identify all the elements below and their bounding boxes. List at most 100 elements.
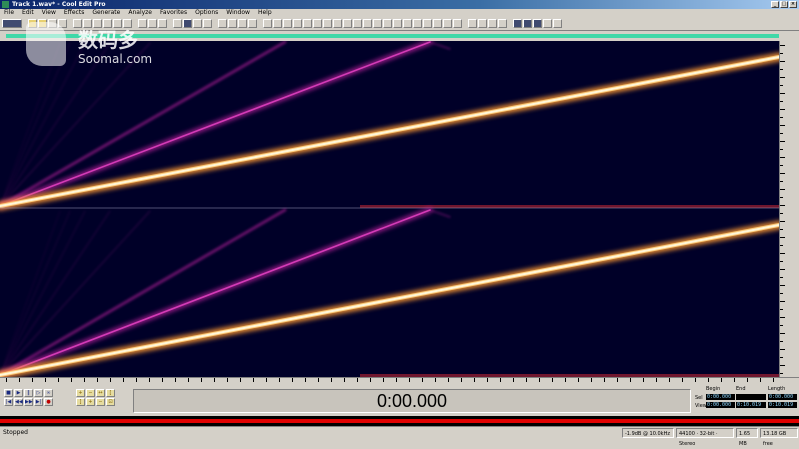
waveform-view-icon[interactable] bbox=[173, 19, 182, 28]
window-controls: _ □ × bbox=[771, 1, 797, 8]
timeline-tick bbox=[487, 378, 488, 382]
menu-edit[interactable]: Edit bbox=[22, 9, 34, 17]
status-file-size: 1.65 MB bbox=[736, 428, 758, 447]
rewind-button[interactable]: ◀◀ bbox=[14, 398, 23, 406]
fast-forward-button[interactable]: ▶▶ bbox=[24, 398, 33, 406]
spectral-view-icon[interactable] bbox=[183, 19, 192, 28]
ruler-tick bbox=[780, 141, 785, 142]
ruler-tick bbox=[780, 77, 785, 78]
play-button[interactable]: ▶ bbox=[14, 389, 23, 397]
reverb-icon[interactable] bbox=[413, 19, 422, 28]
timeline-tick bbox=[513, 378, 514, 382]
view-begin-field[interactable]: 0:00.000 bbox=[706, 402, 735, 408]
go-to-start-button[interactable]: |◀ bbox=[4, 398, 13, 406]
cue-list-icon[interactable] bbox=[263, 19, 272, 28]
view-mode-c-icon[interactable] bbox=[533, 19, 542, 28]
amplify-icon[interactable] bbox=[363, 19, 372, 28]
zoom-out-horizontal-icon[interactable]: − bbox=[86, 389, 95, 397]
menu-window[interactable]: Window bbox=[226, 9, 250, 17]
zoom-in-horizontal-icon[interactable]: + bbox=[76, 389, 85, 397]
ruler-tick bbox=[780, 61, 785, 62]
statistics-icon[interactable] bbox=[303, 19, 312, 28]
cd-icon[interactable] bbox=[323, 19, 332, 28]
timeline-tick bbox=[97, 378, 98, 382]
stretch-icon[interactable] bbox=[423, 19, 432, 28]
scripts-icon[interactable] bbox=[313, 19, 322, 28]
pause-button[interactable]: ‖ bbox=[24, 389, 33, 397]
help-icon[interactable] bbox=[553, 19, 562, 28]
loop-button[interactable]: ∞ bbox=[44, 389, 53, 397]
harmonic-faint-trace bbox=[0, 210, 61, 376]
normalize-icon[interactable] bbox=[373, 19, 382, 28]
zoom-in-right-icon[interactable]: ] bbox=[76, 398, 85, 406]
pitch-icon[interactable] bbox=[433, 19, 442, 28]
timeline-tick bbox=[266, 378, 267, 382]
snap-zero-icon[interactable] bbox=[238, 19, 247, 28]
reverse-icon[interactable] bbox=[393, 19, 402, 28]
menu-view[interactable]: View bbox=[42, 9, 56, 17]
timeline-tick bbox=[383, 378, 384, 382]
timeline-tick bbox=[6, 378, 7, 382]
stop-button[interactable]: ■ bbox=[4, 389, 13, 397]
sel-length-field[interactable]: 0:00.000 bbox=[768, 394, 797, 400]
snap-frame-icon[interactable] bbox=[248, 19, 257, 28]
low-frequency-noise bbox=[360, 205, 779, 208]
ruler-tick bbox=[780, 213, 783, 214]
ruler-tick bbox=[780, 237, 785, 238]
record-button[interactable]: ● bbox=[44, 398, 53, 406]
view-end-field[interactable]: 0:10.019 bbox=[736, 402, 766, 408]
timeline-tick bbox=[370, 378, 371, 382]
snap-cue-icon[interactable] bbox=[228, 19, 237, 28]
menu-favorites[interactable]: Favorites bbox=[160, 9, 187, 17]
echo-icon[interactable] bbox=[403, 19, 412, 28]
frequency-analysis-icon[interactable] bbox=[293, 19, 302, 28]
delay-icon[interactable] bbox=[453, 19, 462, 28]
dtmf-icon[interactable] bbox=[498, 19, 507, 28]
menu-help[interactable]: Help bbox=[258, 9, 272, 17]
harmonic-2-fold bbox=[429, 209, 451, 218]
timeline-tick bbox=[305, 378, 306, 382]
time-ruler[interactable] bbox=[0, 377, 799, 385]
click-eliminator-icon[interactable] bbox=[353, 19, 362, 28]
menu-file[interactable]: File bbox=[4, 9, 14, 17]
zoom-out-vertical-icon[interactable]: − bbox=[96, 398, 105, 406]
info-icon[interactable] bbox=[283, 19, 292, 28]
brainwave-icon[interactable] bbox=[468, 19, 477, 28]
noise-reduction-icon[interactable] bbox=[343, 19, 352, 28]
timeline-tick bbox=[578, 378, 579, 382]
menu-analyze[interactable]: Analyze bbox=[128, 9, 152, 17]
spectral-pan-icon[interactable] bbox=[193, 19, 202, 28]
zoom-buttons: + − ↔ [ ] + − ⊡ bbox=[76, 389, 115, 406]
close-button[interactable]: × bbox=[789, 1, 797, 8]
settings-icon[interactable] bbox=[543, 19, 552, 28]
view-mode-b-icon[interactable] bbox=[523, 19, 532, 28]
spectral-phase-icon[interactable] bbox=[203, 19, 212, 28]
zoom-in-left-icon[interactable]: [ bbox=[106, 389, 115, 397]
play-from-cursor-button[interactable]: ▷ bbox=[34, 389, 43, 397]
view-mode-a-icon[interactable] bbox=[513, 19, 522, 28]
multitrack-toggle-button[interactable] bbox=[2, 19, 22, 28]
sel-begin-field[interactable]: 0:00.000 bbox=[706, 394, 735, 400]
menu-effects[interactable]: Effects bbox=[64, 9, 84, 17]
envelope-icon[interactable] bbox=[383, 19, 392, 28]
go-to-end-button[interactable]: ▶| bbox=[34, 398, 43, 406]
snap-ruler-icon[interactable] bbox=[218, 19, 227, 28]
level-meter-bar bbox=[0, 419, 799, 423]
zoom-selection-icon[interactable]: ⊡ bbox=[106, 398, 115, 406]
silence-icon[interactable] bbox=[478, 19, 487, 28]
zoom-full-icon[interactable]: ↔ bbox=[96, 389, 105, 397]
zoom-in-vertical-icon[interactable]: + bbox=[86, 398, 95, 406]
harmonic-2-trace bbox=[0, 209, 431, 376]
minimize-button[interactable]: _ bbox=[771, 1, 779, 8]
eq-icon[interactable] bbox=[443, 19, 452, 28]
menu-generate[interactable]: Generate bbox=[92, 9, 120, 17]
view-length-field[interactable]: 0:10.019 bbox=[768, 402, 797, 408]
sel-end-field[interactable] bbox=[736, 394, 766, 400]
scientific-filter-icon[interactable] bbox=[333, 19, 342, 28]
maximize-button[interactable]: □ bbox=[780, 1, 788, 8]
tones-icon[interactable] bbox=[488, 19, 497, 28]
selection-view-panel: Begin End Length Sel 0:00.000 0:00.000 V… bbox=[694, 386, 798, 416]
menu-options[interactable]: Options bbox=[195, 9, 218, 17]
play-list-icon[interactable] bbox=[273, 19, 282, 28]
spectral-display[interactable] bbox=[0, 39, 784, 380]
